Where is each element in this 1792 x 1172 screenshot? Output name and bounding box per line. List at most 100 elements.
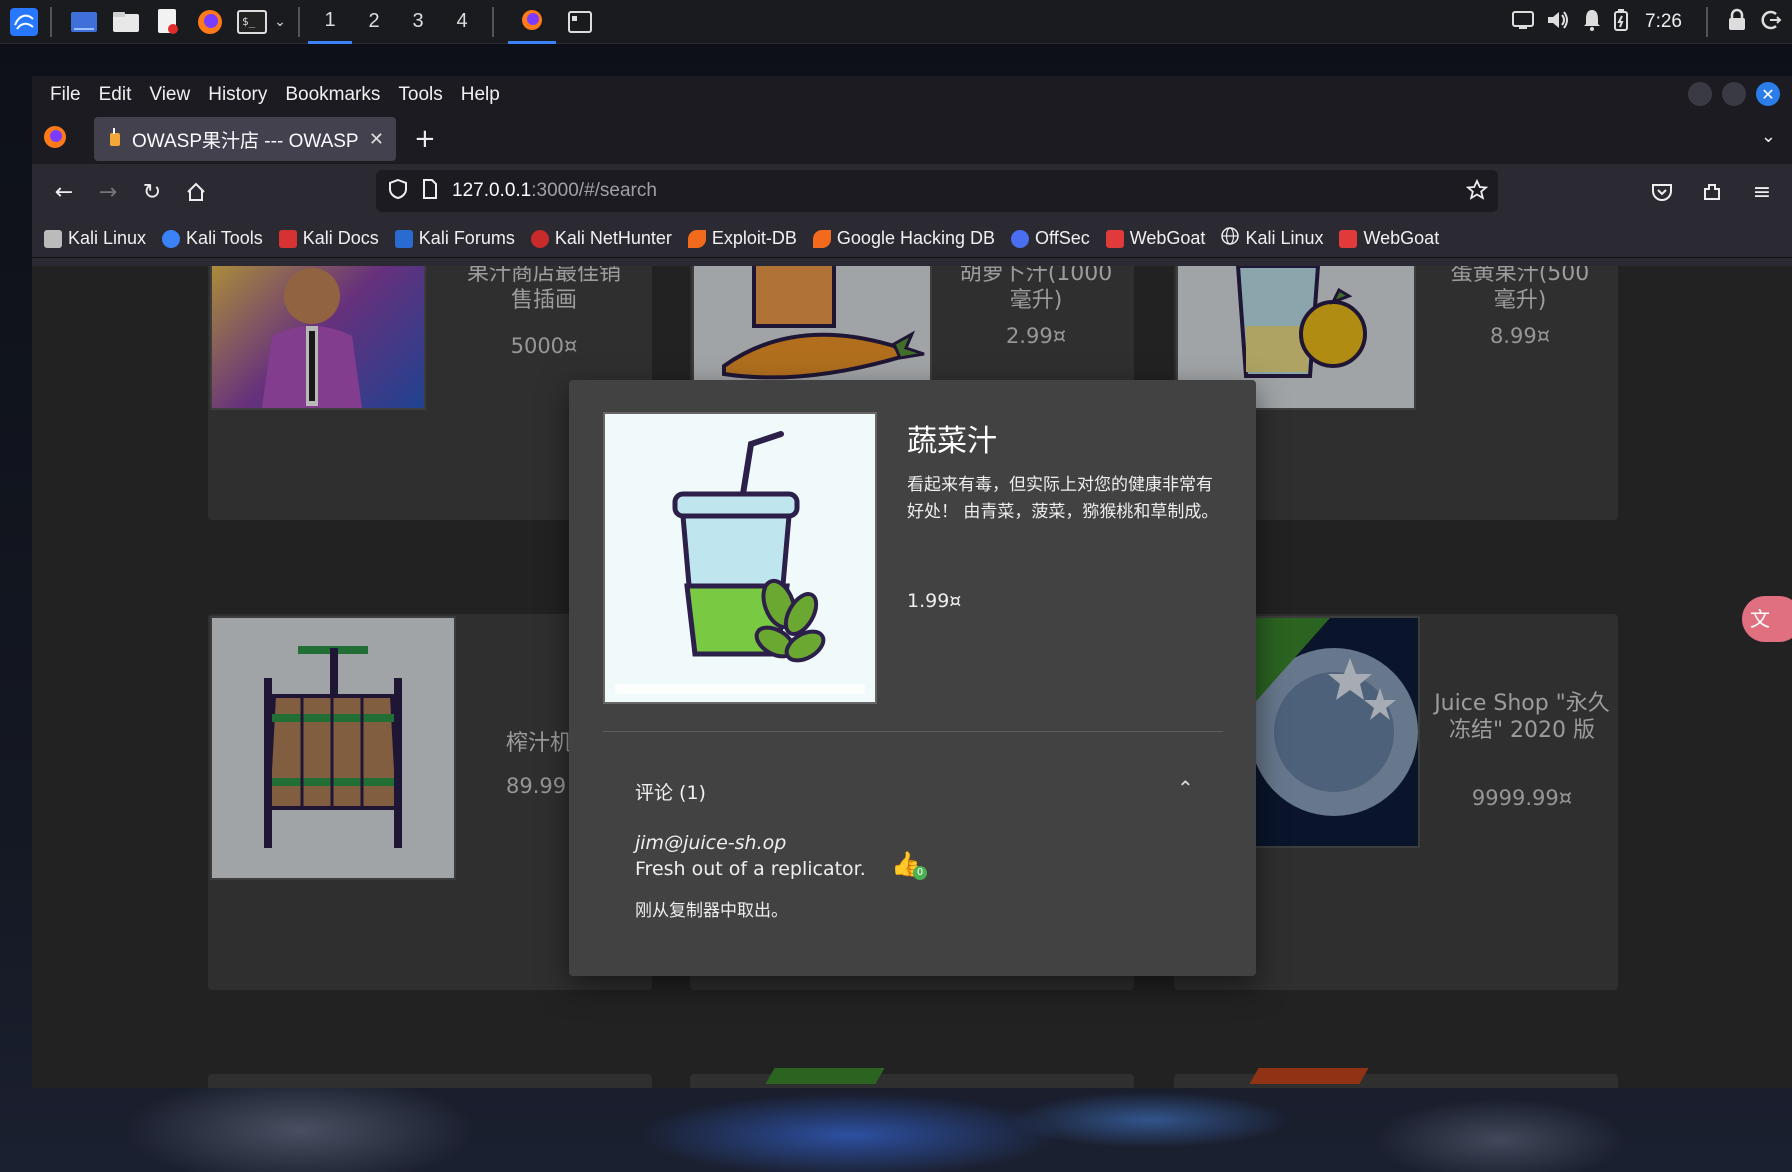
bookmark-webgoat-2[interactable]: WebGoat [1339, 228, 1439, 249]
bookmark-kali-nethunter[interactable]: Kali NetHunter [530, 228, 672, 249]
product-title: 蔬菜汁 [907, 424, 997, 459]
panel-separator [1706, 7, 1708, 37]
menu-file[interactable]: File [42, 80, 89, 110]
bookmark-label: Kali Docs [302, 228, 379, 248]
bookmark-kali-forums[interactable]: Kali Forums [394, 228, 515, 249]
bookmark-label: Kali Linux [68, 228, 147, 248]
review-text: Fresh out of a replicator. [635, 858, 866, 880]
pocket-icon[interactable] [1640, 170, 1684, 214]
home-button[interactable] [174, 170, 218, 214]
forward-button[interactable]: → [86, 170, 130, 214]
url-host: 127.0.0.1 [452, 180, 532, 201]
menu-history[interactable]: History [200, 80, 275, 110]
bookmark-label: Kali Linux [1245, 228, 1324, 248]
bookmark-label: WebGoat [1129, 228, 1206, 248]
workspace-4[interactable]: 4 [440, 0, 484, 44]
display-icon[interactable] [1511, 10, 1535, 34]
menu-help[interactable]: Help [453, 80, 508, 110]
nethunter-icon [530, 229, 549, 248]
workspace-3[interactable]: 3 [396, 0, 440, 44]
lock-icon[interactable] [1726, 8, 1748, 36]
divider [603, 731, 1223, 732]
battery-icon[interactable] [1613, 8, 1629, 36]
chevron-up-icon[interactable]: ⌃ [1177, 776, 1194, 800]
bookmark-exploit-db[interactable]: Exploit-DB [687, 228, 797, 249]
panel-separator [50, 6, 52, 37]
svg-text:文: 文 [1750, 607, 1770, 631]
translate-extension-button[interactable]: 文 [1742, 596, 1792, 642]
bookmark-label: Exploit-DB [711, 228, 797, 248]
like-count-badge: 0 [913, 866, 927, 880]
navigation-bar: ← → ↻ 127.0.0.1:3000/#/search ≡ [32, 164, 1792, 220]
file-manager-icon[interactable] [108, 4, 144, 40]
chevron-down-icon[interactable]: ⌄ [270, 4, 290, 40]
firefox-view-icon[interactable] [42, 124, 68, 154]
svg-text:$_: $_ [242, 15, 256, 28]
bookmark-label: WebGoat [1363, 228, 1440, 248]
bookmark-label: OffSec [1035, 228, 1090, 248]
bookmark-google-hacking-db[interactable]: Google Hacking DB [812, 228, 996, 249]
bookmark-label: Kali NetHunter [554, 228, 672, 248]
product-image [603, 412, 877, 704]
offsec-icon [1011, 229, 1030, 248]
close-tab-icon[interactable]: ✕ [369, 129, 384, 150]
bookmark-kali-tools[interactable]: Kali Tools [162, 228, 263, 249]
bookmark-kali-docs[interactable]: Kali Docs [278, 228, 379, 249]
bookmark-kali-linux-2[interactable]: Kali Linux [1221, 227, 1323, 250]
reload-button[interactable]: ↻ [130, 170, 174, 214]
taskbar-firefox-icon[interactable] [508, 0, 556, 44]
product-description: 看起来有毒，但实际上对您的健康非常有好处！ 由青菜，菠菜，猕猴桃和草制成。 [907, 475, 1219, 522]
juice-shop-favicon [106, 127, 124, 151]
volume-icon[interactable] [1545, 9, 1571, 35]
kali-forums-icon [394, 229, 413, 248]
close-window-button[interactable]: ✕ [1756, 82, 1780, 106]
kali-docs-icon [278, 229, 297, 248]
url-path: :3000/#/search [531, 180, 657, 201]
extensions-icon[interactable] [1690, 170, 1734, 214]
list-tabs-icon[interactable]: ⌄ [1761, 126, 1776, 147]
bookmark-label: Kali Forums [418, 228, 515, 248]
menu-view[interactable]: View [141, 80, 198, 110]
product-price: 1.99¤ [907, 590, 962, 612]
logout-icon[interactable] [1758, 8, 1782, 36]
taskbar-window-icon[interactable] [562, 4, 598, 40]
panel-separator [298, 6, 300, 37]
bookmark-star-icon[interactable] [1465, 178, 1489, 205]
shield-icon[interactable] [388, 178, 408, 204]
hamburger-menu-icon[interactable]: ≡ [1740, 170, 1784, 214]
workspace-1[interactable]: 1 [308, 0, 352, 44]
bookmarks-toolbar: Kali Linux Kali Tools Kali Docs Kali For… [32, 220, 1792, 258]
notifications-icon[interactable] [1581, 8, 1603, 36]
reviews-header[interactable]: 评论 (1) [635, 778, 706, 805]
bookmark-kali-linux[interactable]: Kali Linux [44, 228, 146, 249]
webgoat-icon [1105, 229, 1124, 248]
firefox-launcher-icon[interactable] [192, 4, 228, 40]
globe-icon [1221, 227, 1240, 250]
tab-owasp-juice-shop[interactable]: OWASP果汁店 --- OWASP ✕ [94, 117, 396, 161]
page-info-icon[interactable] [422, 179, 438, 203]
menu-edit[interactable]: Edit [91, 80, 140, 110]
panel-separator [492, 6, 494, 37]
minimize-button[interactable] [1688, 82, 1712, 106]
kali-tools-icon [162, 229, 181, 248]
menu-bookmarks[interactable]: Bookmarks [277, 80, 388, 110]
back-button[interactable]: ← [42, 170, 86, 214]
tab-title: OWASP果汁店 --- OWASP [132, 130, 359, 152]
show-desktop-icon[interactable] [66, 4, 102, 40]
kali-menu-icon[interactable] [6, 4, 42, 40]
tab-bar: OWASP果汁店 --- OWASP ✕ + ⌄ [32, 114, 1792, 164]
text-editor-icon[interactable] [150, 4, 186, 40]
product-details-dialog: 蔬菜汁 看起来有毒，但实际上对您的健康非常有好处！ 由青菜，菠菜，猕猴桃和草制成… [569, 380, 1256, 976]
bookmark-webgoat[interactable]: WebGoat [1105, 228, 1206, 249]
url-bar[interactable]: 127.0.0.1:3000/#/search [376, 170, 1498, 212]
new-tab-button[interactable]: + [414, 124, 436, 154]
terminal-icon[interactable]: $_ [234, 4, 270, 40]
menu-tools[interactable]: Tools [390, 80, 450, 110]
top-panel: $_ ⌄ 1 2 3 4 7:26 [0, 0, 1792, 44]
ghdb-icon [812, 229, 831, 248]
clock[interactable]: 7:26 [1639, 11, 1688, 33]
workspace-2[interactable]: 2 [352, 0, 396, 44]
bookmark-offsec[interactable]: OffSec [1011, 228, 1090, 249]
bookmark-label: Google Hacking DB [836, 228, 996, 248]
maximize-button[interactable] [1722, 82, 1746, 106]
